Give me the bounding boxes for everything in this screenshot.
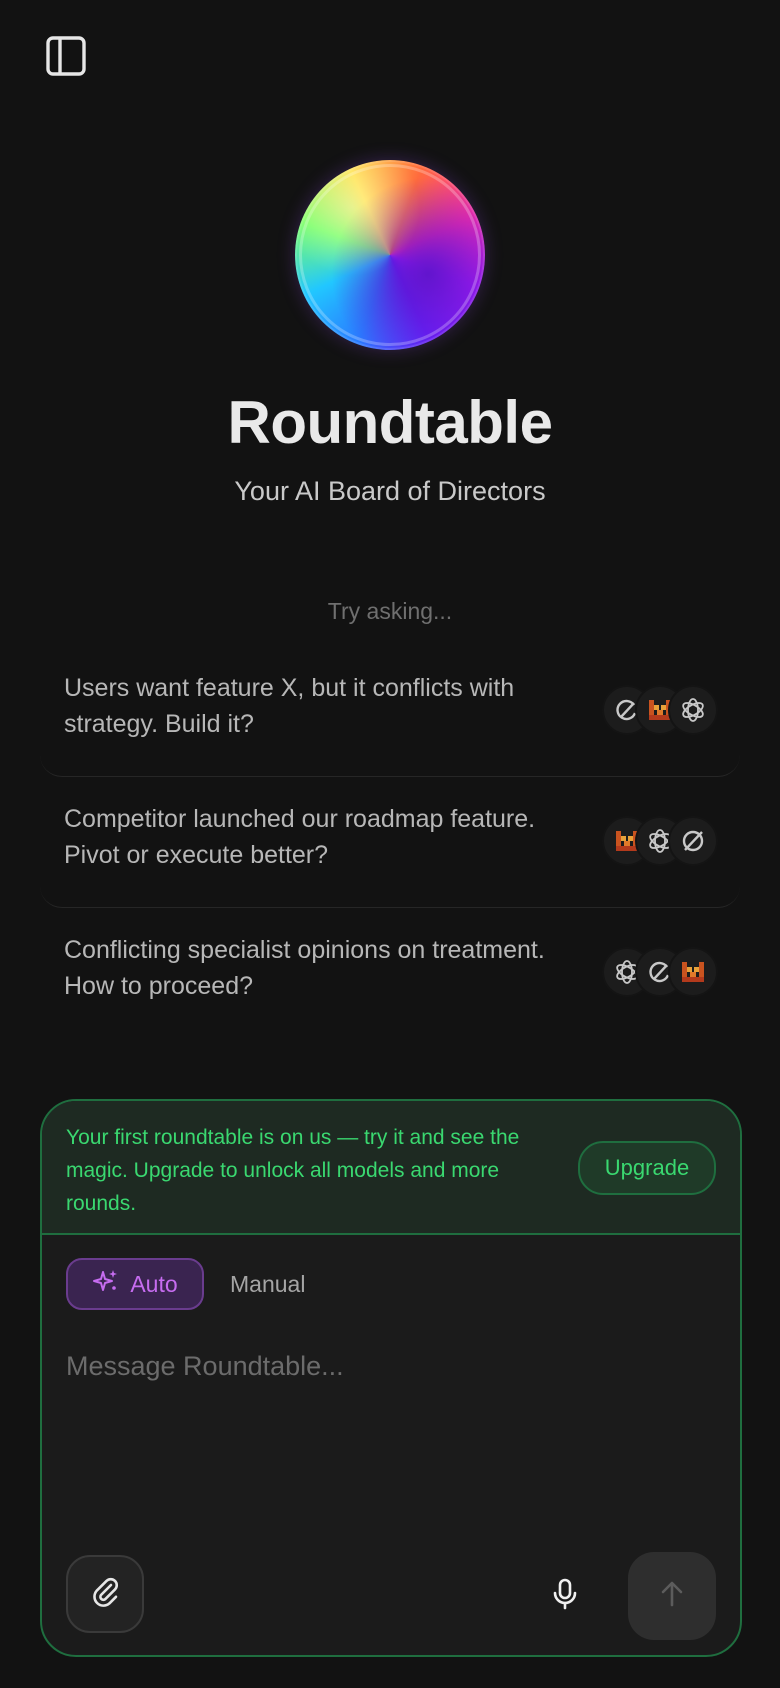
- message-input[interactable]: [66, 1351, 706, 1511]
- grok-icon: [668, 816, 718, 866]
- roundtable-home: Roundtable Your AI Board of Directors Tr…: [0, 0, 780, 1688]
- attach-button[interactable]: [66, 1555, 144, 1633]
- auto-mode-button[interactable]: Auto: [66, 1258, 204, 1310]
- model-avatars: [602, 685, 720, 735]
- suggestion-card[interactable]: Competitor launched our roadmap feature.…: [40, 779, 740, 908]
- try-asking-label: Try asking...: [327, 598, 453, 624]
- paperclip-icon: [89, 1576, 121, 1613]
- microphone-icon: [550, 1577, 580, 1616]
- suggestion-card[interactable]: Conflicting specialist opinions on treat…: [40, 910, 740, 1038]
- suggestion-text: Conflicting specialist opinions on treat…: [64, 936, 545, 1000]
- arrow-up-icon: [658, 1579, 686, 1614]
- promo-text: Your first roundtable is on us — try it …: [66, 1126, 520, 1215]
- mode-selector: Auto Manual: [66, 1256, 305, 1312]
- mistral-icon: [668, 947, 718, 997]
- send-button[interactable]: [628, 1552, 716, 1640]
- suggestion-list: Users want feature X, but it conflicts w…: [40, 648, 740, 1040]
- suggestion-card[interactable]: Users want feature X, but it conflicts w…: [40, 648, 740, 777]
- model-avatars: [602, 816, 720, 866]
- openai-icon: [668, 685, 718, 735]
- gradient-orb-logo: [295, 160, 485, 350]
- sparkles-icon: [92, 1267, 120, 1301]
- suggestion-text: Users want feature X, but it conflicts w…: [64, 674, 515, 738]
- upgrade-button[interactable]: Upgrade: [578, 1141, 716, 1195]
- promo-banner: Your first roundtable is on us — try it …: [42, 1101, 740, 1235]
- microphone-button[interactable]: [540, 1571, 590, 1621]
- manual-mode-button[interactable]: Manual: [230, 1271, 305, 1298]
- sidebar-panel-icon[interactable]: [44, 34, 88, 78]
- suggestion-text: Competitor launched our roadmap feature.…: [64, 805, 536, 869]
- model-avatars: [602, 947, 720, 997]
- composer-panel: Your first roundtable is on us — try it …: [40, 1099, 742, 1657]
- auto-mode-label: Auto: [130, 1270, 178, 1297]
- app-subtitle: Your AI Board of Directors: [234, 476, 546, 506]
- app-title: Roundtable: [227, 389, 553, 456]
